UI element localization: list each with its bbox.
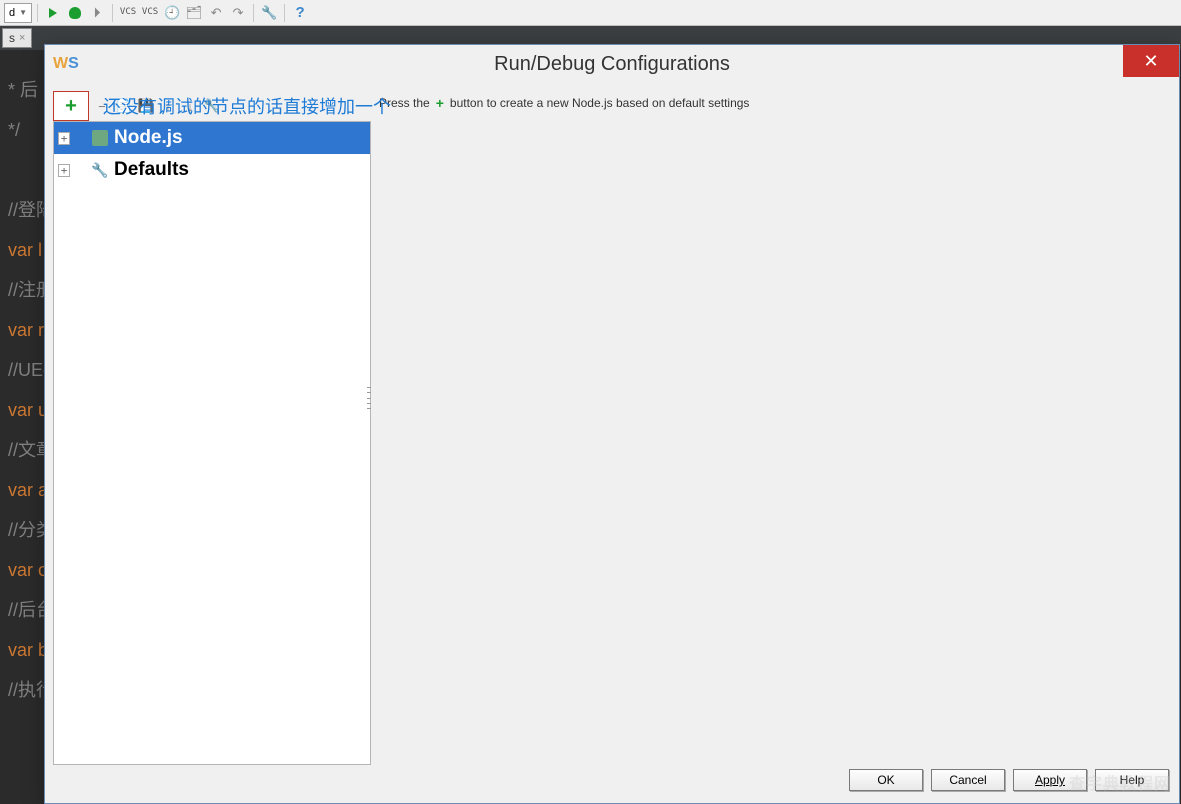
tree-line [76,170,86,171]
dialog-body: + − 📄 💾 ↑ ↓ 🔧 还没有调试的节点的话直接增加一个 + Node [45,83,1179,803]
separator [37,4,38,22]
dialog-titlebar[interactable]: WS Run/Debug Configurations ✕ [45,45,1179,83]
dialog-title: Run/Debug Configurations [494,53,730,76]
close-icon: ✕ [1143,51,1158,72]
config-tree[interactable]: + Node.js + 🔧 Defaults [53,121,371,765]
separator [253,4,254,22]
bug-icon [69,7,81,19]
dialog-inner: + − 📄 💾 ↑ ↓ 🔧 还没有调试的节点的话直接增加一个 + Node [53,87,1171,765]
run-coverage-button[interactable]: ⏵ [87,3,107,23]
tree-item-label: Defaults [114,159,189,181]
button-label: Help [1120,773,1145,787]
code-line: var a [8,480,48,500]
config-toolbar: + − 📄 💾 ↑ ↓ 🔧 还没有调试的节点的话直接增加一个 [53,87,371,121]
tree-line [76,138,86,139]
settings-button[interactable]: 🔧 [259,3,279,23]
separator [112,4,113,22]
vcs-update-button[interactable]: VCS [118,3,138,23]
code-line: var l [8,240,42,260]
ide-toolbar: d ⏵ VCS VCS 🕘 🗂 ↶ ↷ 🔧 ? [0,0,1181,26]
wrench-icon: 🔧 [261,5,277,21]
button-label: Cancel [949,773,986,787]
plus-icon: + [436,95,444,111]
config-detail-panel: Press the + button to create a new Node.… [371,87,1171,765]
code-line: var r [8,320,44,340]
splitter-handle[interactable] [367,387,373,409]
help-icon: ? [295,4,304,21]
config-left-panel: + − 📄 💾 ↑ ↓ 🔧 还没有调试的节点的话直接增加一个 + Node [53,87,371,765]
expand-icon[interactable]: + [58,164,70,177]
button-label: OK [877,773,894,787]
vcs-up-icon: VCS [142,8,158,17]
help-button[interactable]: Help [1095,769,1169,791]
separator [284,4,285,22]
add-config-button[interactable]: + [53,91,89,121]
arrow-icon: ⏵ [94,4,101,21]
run-debug-config-dialog: WS Run/Debug Configurations ✕ + − 📄 💾 ↑ … [44,44,1180,804]
button-label: Apply [1035,773,1065,787]
run-config-label: d [9,7,15,19]
webstorm-icon: WS [53,55,79,73]
vcs-commit-button[interactable]: VCS [140,3,160,23]
empty-hint: Press the + button to create a new Node.… [379,95,1167,111]
code-line: var b [8,640,48,660]
vcs-revert-button[interactable]: 🗂 [184,3,204,23]
play-icon [49,8,57,18]
vcs-history-button[interactable]: 🕘 [162,3,182,23]
redo-button[interactable]: ↷ [228,3,248,23]
undo-button[interactable]: ↶ [206,3,226,23]
code-line: var c [8,560,47,580]
clock-icon: 🕘 [164,5,180,21]
help-button[interactable]: ? [290,3,310,23]
tree-item-nodejs[interactable]: + Node.js [54,122,370,154]
plus-icon: + [65,96,77,116]
close-icon[interactable]: × [19,32,25,44]
undo-icon: ↶ [211,5,222,21]
tree-item-label: Node.js [114,127,183,149]
annotation-text: 还没有调试的节点的话直接增加一个 [103,93,391,119]
ok-button[interactable]: OK [849,769,923,791]
vcs-down-icon: VCS [120,8,136,17]
apply-button[interactable]: Apply [1013,769,1087,791]
expand-icon[interactable]: + [58,132,70,145]
run-config-selector[interactable]: d [4,3,32,23]
hint-text-after: button to create a new Node.js based on … [450,96,750,110]
editor-tab[interactable]: s × [2,28,32,48]
cancel-button[interactable]: Cancel [931,769,1005,791]
code-line: var u [8,400,48,420]
debug-button[interactable] [65,3,85,23]
run-button[interactable] [43,3,63,23]
revert-icon: 🗂 [186,5,203,21]
wrench-icon: 🔧 [92,162,108,178]
dialog-close-button[interactable]: ✕ [1123,45,1179,77]
tree-item-defaults[interactable]: + 🔧 Defaults [54,154,370,186]
nodejs-icon [92,130,108,146]
redo-icon: ↷ [233,5,244,21]
editor-tab-label: s [9,31,15,45]
dialog-button-bar: OK Cancel Apply Help [53,765,1171,799]
